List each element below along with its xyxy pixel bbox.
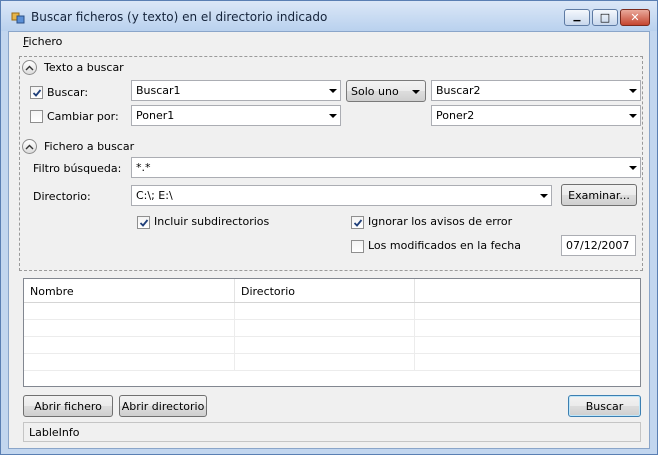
dropdown-arrow-icon[interactable] bbox=[540, 194, 548, 198]
close-button[interactable]: ✕ bbox=[620, 9, 650, 26]
column-directorio-label: Directorio bbox=[241, 285, 295, 298]
texto-section-header: Texto a buscar bbox=[44, 61, 124, 74]
buscar-button-label: Buscar bbox=[585, 399, 624, 413]
table-row[interactable] bbox=[24, 337, 640, 354]
abrir-directorio-label: Abrir directorio bbox=[121, 399, 205, 413]
modificados-label: Los modificados en la fecha bbox=[368, 239, 521, 252]
app-icon bbox=[11, 10, 25, 24]
buscar2-combobox[interactable]: Buscar2 bbox=[431, 80, 641, 101]
directorio-combobox[interactable]: C:\; E:\ bbox=[131, 185, 552, 206]
directorio-label: Directorio: bbox=[33, 190, 91, 203]
abrir-fichero-label: Abrir fichero bbox=[34, 399, 102, 413]
dropdown-arrow-icon[interactable] bbox=[629, 114, 637, 118]
examinar-label: Examinar... bbox=[568, 188, 630, 202]
main-window: Buscar ficheros (y texto) en el director… bbox=[0, 0, 658, 455]
minimize-button[interactable]: ▁ bbox=[564, 9, 590, 26]
buscar-label: Buscar: bbox=[47, 86, 89, 99]
checkmark-icon bbox=[32, 88, 41, 97]
dropdown-arrow-icon[interactable] bbox=[329, 114, 337, 118]
fecha-value: 07/12/2007 bbox=[566, 239, 630, 252]
dropdown-arrow-icon[interactable] bbox=[329, 89, 337, 93]
client-area: Fichero Texto a buscar Buscar: Buscar1 S… bbox=[8, 31, 650, 449]
search-options-group: Texto a buscar Buscar: Buscar1 Solo uno … bbox=[19, 56, 643, 271]
maximize-button[interactable]: □ bbox=[592, 9, 618, 26]
chevron-up-icon bbox=[25, 65, 34, 70]
fichero-section-header: Fichero a buscar bbox=[44, 140, 135, 153]
filtro-label: Filtro búsqueda: bbox=[33, 162, 122, 175]
table-row[interactable] bbox=[24, 354, 640, 371]
fecha-input[interactable]: 07/12/2007 bbox=[561, 235, 636, 256]
poner1-combobox[interactable]: Poner1 bbox=[131, 105, 341, 126]
buscar-button[interactable]: Buscar bbox=[568, 395, 641, 417]
poner2-combobox[interactable]: Poner2 bbox=[431, 105, 641, 126]
column-header-nombre[interactable]: Nombre bbox=[24, 279, 235, 302]
status-bar: LableInfo bbox=[23, 422, 641, 442]
mode-dropdown-label: Solo uno bbox=[351, 84, 399, 98]
title-bar[interactable]: Buscar ficheros (y texto) en el director… bbox=[1, 1, 657, 31]
ignorar-checkbox[interactable] bbox=[351, 216, 364, 229]
poner1-value: Poner1 bbox=[136, 109, 175, 122]
cambiar-label: Cambiar por: bbox=[47, 110, 119, 123]
mode-dropdown-button[interactable]: Solo uno bbox=[346, 80, 426, 102]
filtro-value: *.* bbox=[136, 161, 151, 174]
status-label: LableInfo bbox=[29, 426, 80, 439]
fichero-collapse-button[interactable] bbox=[22, 139, 37, 154]
table-cell bbox=[24, 303, 235, 320]
table-cell bbox=[24, 337, 235, 354]
poner2-value: Poner2 bbox=[436, 109, 475, 122]
table-cell bbox=[235, 320, 415, 337]
checkmark-icon bbox=[139, 218, 148, 227]
column-header-directorio[interactable]: Directorio bbox=[235, 279, 415, 302]
minimize-icon: ▁ bbox=[573, 12, 581, 22]
incluir-checkbox[interactable] bbox=[137, 216, 150, 229]
table-cell bbox=[235, 337, 415, 354]
texto-collapse-button[interactable] bbox=[22, 60, 37, 75]
results-listview[interactable]: Nombre Directorio bbox=[23, 278, 641, 387]
dropdown-arrow-icon bbox=[412, 90, 420, 94]
results-header: Nombre Directorio bbox=[24, 279, 640, 303]
menu-bar: Fichero bbox=[9, 32, 649, 51]
buscar1-value: Buscar1 bbox=[136, 84, 181, 97]
buscar2-value: Buscar2 bbox=[436, 84, 481, 97]
buscar-checkbox[interactable] bbox=[30, 86, 43, 99]
abrir-directorio-button[interactable]: Abrir directorio bbox=[119, 395, 207, 417]
dropdown-arrow-icon[interactable] bbox=[629, 89, 637, 93]
dropdown-arrow-icon[interactable] bbox=[629, 166, 637, 170]
table-cell bbox=[24, 354, 235, 371]
modificados-checkbox[interactable] bbox=[351, 240, 364, 253]
checkmark-icon bbox=[353, 218, 362, 227]
table-cell bbox=[235, 354, 415, 371]
incluir-label: Incluir subdirectorios bbox=[154, 215, 270, 228]
table-cell bbox=[235, 303, 415, 320]
buscar1-combobox[interactable]: Buscar1 bbox=[131, 80, 341, 101]
table-row[interactable] bbox=[24, 303, 640, 320]
chevron-up-icon bbox=[25, 144, 34, 149]
cambiar-checkbox[interactable] bbox=[30, 110, 43, 123]
menu-fichero-label: ichero bbox=[28, 35, 63, 48]
window-title: Buscar ficheros (y texto) en el director… bbox=[31, 10, 328, 24]
column-header-empty[interactable] bbox=[415, 279, 640, 302]
table-cell bbox=[24, 320, 235, 337]
ignorar-label: Ignorar los avisos de error bbox=[368, 215, 513, 228]
menu-fichero[interactable]: Fichero bbox=[23, 35, 62, 48]
abrir-fichero-button[interactable]: Abrir fichero bbox=[23, 395, 113, 417]
table-row[interactable] bbox=[24, 320, 640, 337]
filtro-combobox[interactable]: *.* bbox=[131, 157, 641, 178]
close-icon: ✕ bbox=[630, 11, 640, 24]
examinar-button[interactable]: Examinar... bbox=[561, 184, 637, 206]
directorio-value: C:\; E:\ bbox=[136, 189, 173, 202]
column-nombre-label: Nombre bbox=[30, 285, 74, 298]
maximize-icon: □ bbox=[599, 11, 611, 24]
